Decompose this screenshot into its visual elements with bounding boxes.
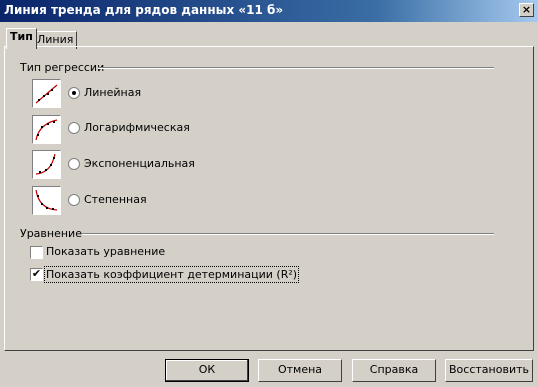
ok-button[interactable]: ОК	[165, 359, 249, 382]
tab-type[interactable]: Тип	[6, 28, 37, 49]
cancel-button[interactable]: Отмена	[258, 359, 342, 382]
title-bar[interactable]: Линия тренда для рядов данных «11 б» ×	[0, 0, 538, 22]
help-button[interactable]: Справка	[352, 359, 436, 382]
linear-regression-icon[interactable]	[32, 79, 61, 108]
show-equation-checkbox[interactable]	[30, 246, 43, 259]
show-r2-label[interactable]: Показать коэффициент детерминации (R²)	[43, 266, 300, 283]
exponential-regression-icon[interactable]	[32, 150, 61, 179]
close-button[interactable]: ×	[519, 3, 534, 17]
power-label[interactable]: Степенная	[84, 193, 147, 206]
regression-group-label: Тип регрессии	[20, 61, 109, 74]
linear-label[interactable]: Линейная	[84, 86, 141, 99]
linear-radio[interactable]	[68, 87, 80, 99]
show-r2-checkbox[interactable]: ✔	[30, 268, 43, 281]
equation-group-divider	[82, 233, 494, 235]
logarithmic-regression-icon[interactable]	[32, 115, 61, 144]
power-radio[interactable]	[68, 194, 80, 206]
exponential-label[interactable]: Экспоненциальная	[84, 157, 195, 170]
window-title: Линия тренда для рядов данных «11 б»	[4, 3, 284, 17]
logarithmic-radio[interactable]	[68, 122, 80, 134]
show-equation-label[interactable]: Показать уравнение	[46, 245, 165, 258]
reset-button[interactable]: Восстановить	[445, 359, 533, 382]
radio-selected-dot	[72, 91, 76, 95]
logarithmic-label[interactable]: Логарифмическая	[84, 121, 190, 134]
power-regression-icon[interactable]	[32, 186, 61, 215]
trendline-dialog: Линия тренда для рядов данных «11 б» × Т…	[0, 0, 538, 387]
exponential-radio[interactable]	[68, 158, 80, 170]
regression-group-divider	[98, 67, 494, 69]
equation-group-label: Уравнение	[20, 227, 86, 240]
